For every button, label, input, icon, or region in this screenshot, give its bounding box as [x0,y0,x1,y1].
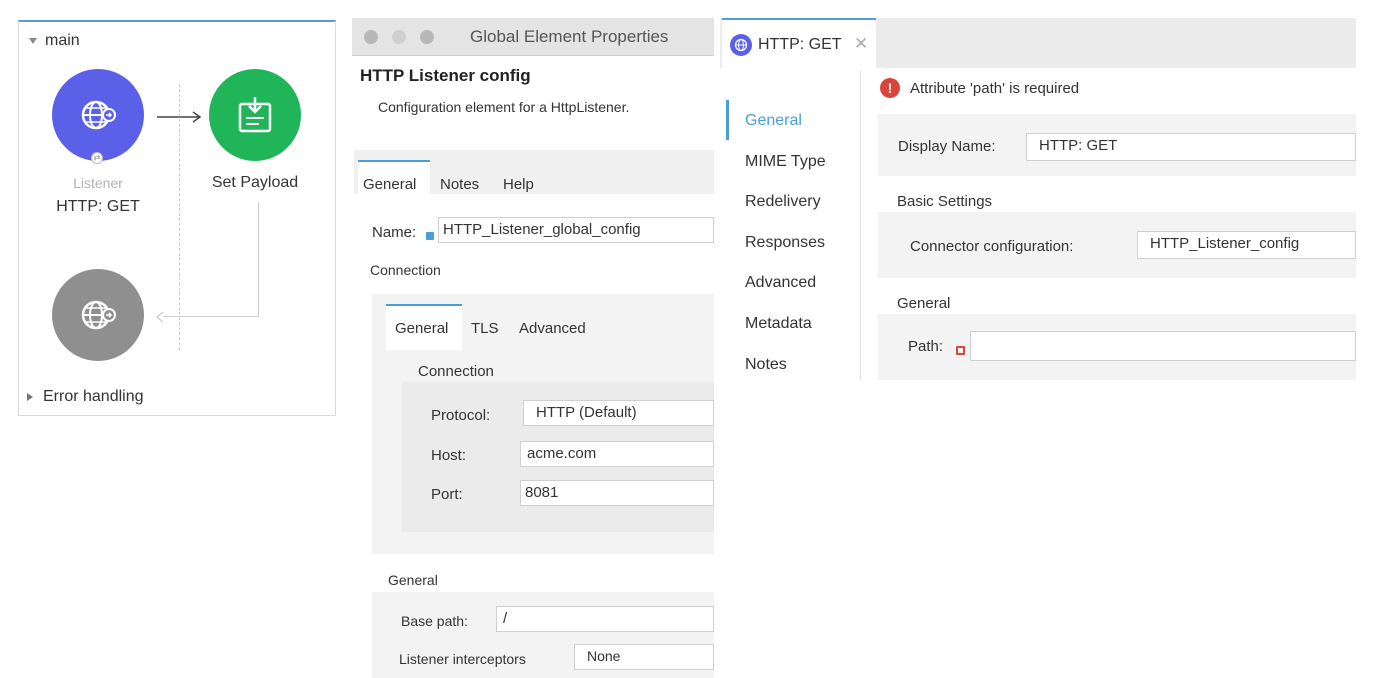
window-titlebar: Global Element Properties [352,18,714,56]
return-line-vertical [258,202,259,316]
global-element-properties-window: Global Element Properties HTTP Listener … [352,18,714,678]
tab-help[interactable]: Help [503,176,534,193]
sidebar-item-notes[interactable]: Notes [745,356,787,374]
listener-interceptors-select[interactable]: None [574,644,714,670]
inner-connection-label: Connection [418,363,494,380]
basic-settings-label: Basic Settings [897,193,993,210]
base-path-input[interactable]: / [496,606,714,632]
display-name-input[interactable]: HTTP: GET [1026,133,1356,161]
listener-name-label: HTTP: GET [56,198,140,215]
inner-tab-tls[interactable]: TLS [471,320,499,337]
error-icon: ! [880,78,900,98]
listener-type-label: Listener [73,175,123,191]
http-globe-icon [81,100,116,130]
editor-tab-title: HTTP: GET [758,36,842,53]
path-input[interactable] [970,331,1356,361]
connection-section-label: Connection [370,262,441,278]
response-component[interactable] [52,269,144,361]
inner-tab-general[interactable]: General [395,320,448,337]
tab-notes[interactable]: Notes [440,176,479,193]
display-name-label: Display Name: [898,138,996,155]
protocol-select[interactable]: HTTP (Default) [523,400,714,426]
flow-arrow-icon [157,111,202,123]
sidebar-item-general[interactable]: General [745,112,802,130]
gep-heading: HTTP Listener config [360,66,531,85]
sidebar-active-indicator [726,100,729,140]
flow-divider [179,84,180,350]
sidebar-item-redelivery[interactable]: Redelivery [745,193,821,211]
gep-description: Configuration element for a HttpListener… [378,99,630,115]
return-arrow-icon [155,311,164,323]
sidebar-item-mime-type[interactable]: MIME Type [745,153,826,171]
name-input[interactable]: HTTP_Listener_global_config [438,217,714,243]
listener-component[interactable] [52,69,144,161]
sidebar-item-advanced[interactable]: Advanced [745,274,816,292]
base-path-label: Base path: [401,613,468,629]
listener-interceptors-label: Listener interceptors [399,651,526,667]
connector-configuration-label: Connector configuration: [910,238,1074,255]
port-label: Port: [431,486,463,503]
http-response-globe-icon [81,300,116,330]
minimize-window-icon[interactable] [392,30,406,44]
host-input[interactable]: acme.com [520,441,714,467]
component-editor: HTTP: GET ✕ General MIME Type Redelivery… [720,18,1356,398]
connector-configuration-select[interactable]: HTTP_Listener_config [1137,231,1356,259]
error-message: Attribute 'path' is required [910,80,1080,97]
path-label: Path: [908,338,944,355]
set-payload-component[interactable] [209,69,301,161]
name-label: Name: [372,224,417,241]
flow-canvas: main ⇄ Listener HTTP: GET Set Payload Er… [18,20,336,416]
sidebar-item-responses[interactable]: Responses [745,234,825,252]
sidebar-divider [860,70,861,380]
close-tab-icon[interactable]: ✕ [854,34,868,54]
protocol-label: Protocol: [431,407,491,424]
main-flow-label: main [45,32,80,49]
general-section-label: General [388,572,438,588]
host-label: Host: [431,447,467,464]
set-payload-icon [238,97,272,133]
expand-icon[interactable] [27,392,33,401]
source-badge-icon: ⇄ [91,152,103,164]
editor-tab-globe-icon [730,34,752,56]
collapse-icon[interactable] [29,37,37,44]
editor-tab[interactable]: HTTP: GET ✕ [722,18,876,68]
maximize-window-icon[interactable] [420,30,434,44]
set-payload-label: Set Payload [211,174,299,191]
inner-tab-advanced[interactable]: Advanced [519,320,586,337]
main-flow-header[interactable]: main [29,32,80,50]
port-input[interactable]: 8081 [520,480,714,506]
info-icon [426,232,434,240]
tab-general[interactable]: General [363,176,416,193]
general-settings-label: General [897,295,951,312]
required-marker-icon [956,346,965,355]
close-window-icon[interactable] [364,30,378,44]
error-handling-label: Error handling [43,388,144,405]
error-handling-section[interactable]: Error handling [27,388,144,406]
window-title: Global Element Properties [470,27,669,46]
return-line-horizontal [163,316,259,317]
sidebar-item-metadata[interactable]: Metadata [745,315,812,333]
